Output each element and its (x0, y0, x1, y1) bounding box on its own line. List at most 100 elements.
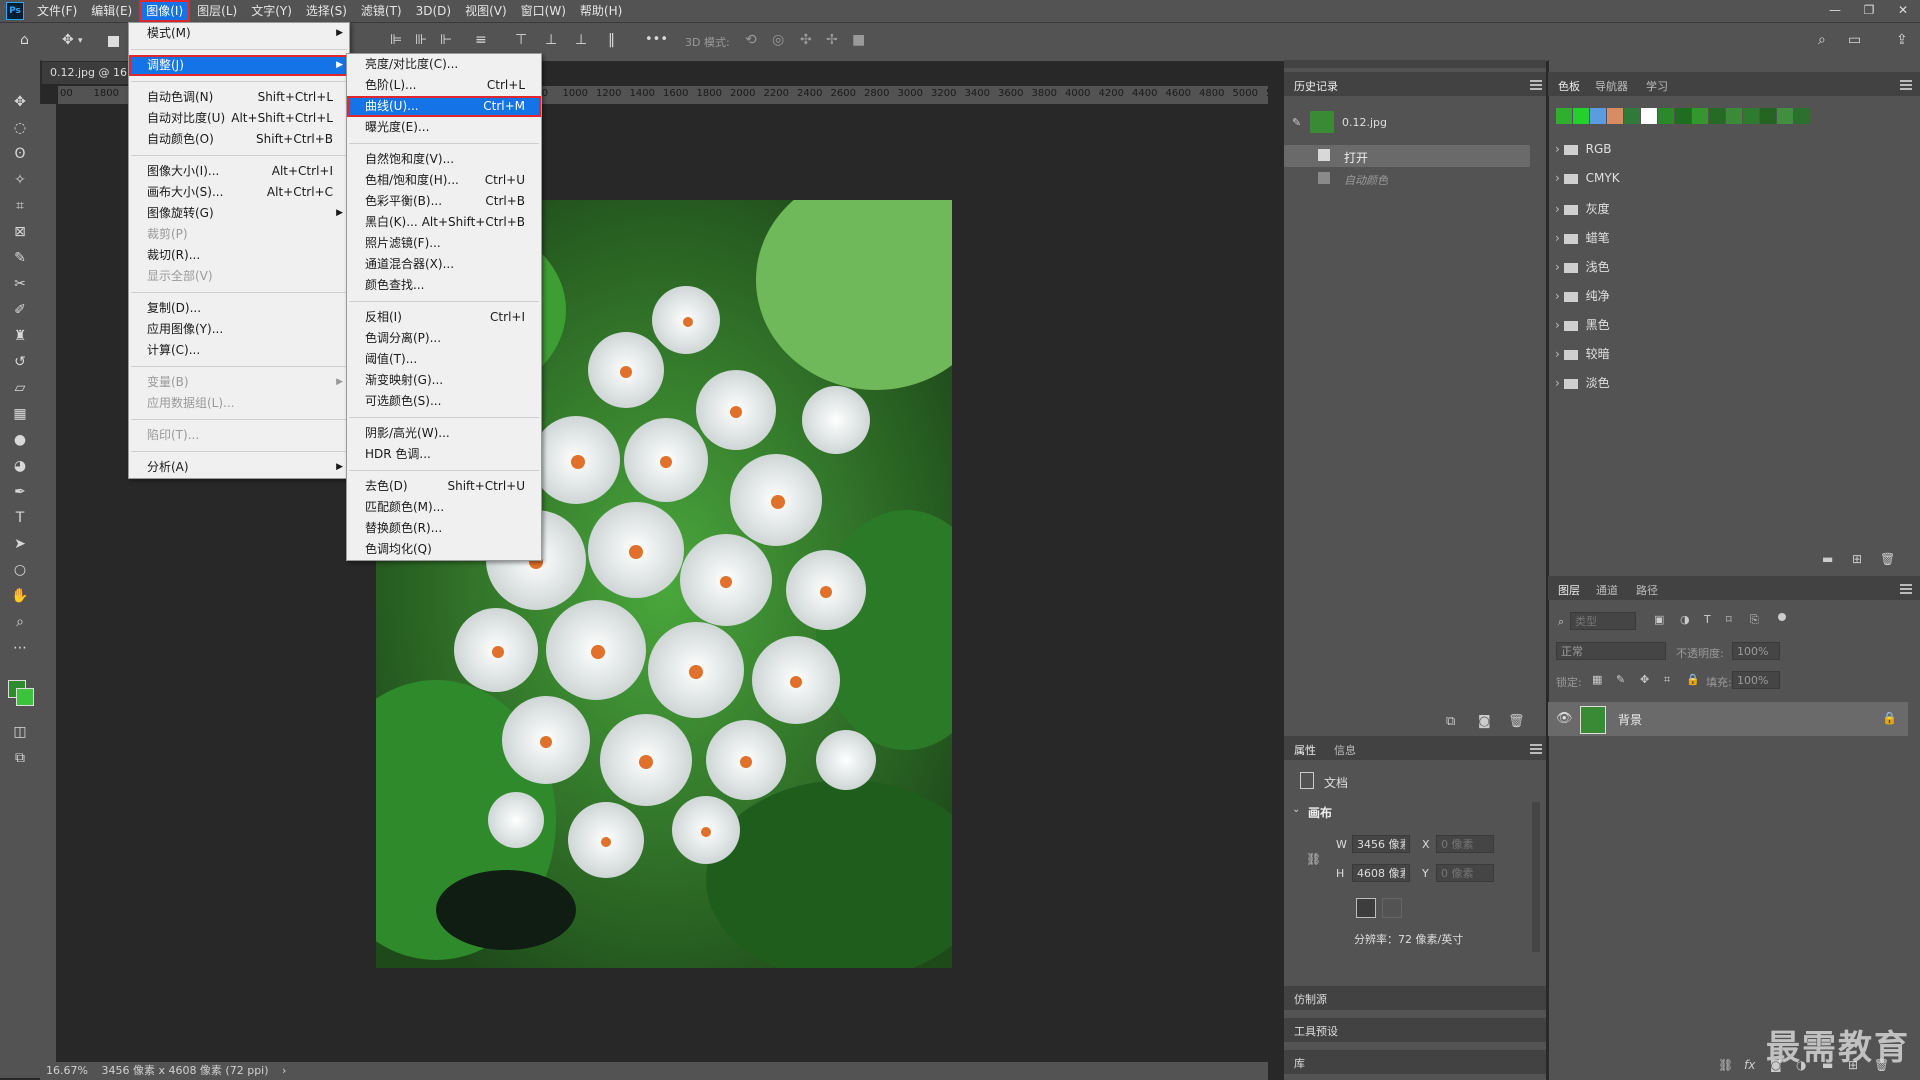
filter-toggle-icon[interactable] (1778, 613, 1786, 621)
lock-artboard-icon[interactable]: ⌗ (1664, 673, 1670, 687)
magic-wand-icon[interactable]: ✧ (8, 168, 32, 192)
tab-properties[interactable]: 属性 (1294, 742, 1316, 758)
menu-3[interactable]: 图层(L) (190, 0, 244, 22)
swatch-group[interactable]: › 浅色 (1555, 258, 1610, 275)
lock-transparent-icon[interactable]: ▦ (1592, 673, 1602, 686)
chevron-right-icon[interactable]: › (1555, 231, 1564, 245)
menu-1[interactable]: 编辑(E) (84, 0, 139, 22)
chevron-right-icon[interactable]: › (1555, 376, 1564, 390)
landscape-orientation-button[interactable] (1382, 898, 1402, 918)
marquee-tool-icon[interactable]: ◌ (8, 116, 32, 140)
tab-swatches[interactable]: 色板 (1558, 78, 1580, 94)
panel-menu-icon[interactable] (1900, 80, 1912, 90)
image-menu-item[interactable]: 裁切(R)... (129, 245, 349, 266)
frame-tool-icon[interactable]: ⊠ (8, 220, 32, 244)
tab-navigator[interactable]: 导航器 (1595, 78, 1628, 94)
color-swatch[interactable] (1573, 108, 1589, 124)
layer-filter-select[interactable] (1570, 612, 1636, 630)
move-tool-icon[interactable]: ✥ (62, 32, 74, 48)
image-menu-item[interactable]: 自动色调(N) Shift+Ctrl+L (129, 87, 349, 108)
document-tab[interactable]: 0.12.jpg @ 16. (42, 62, 132, 84)
new-group-icon[interactable]: ▬ (1822, 552, 1833, 566)
new-swatch-icon[interactable]: ⊞ (1852, 552, 1862, 566)
adjust-menu-item[interactable]: 色相/饱和度(H)... Ctrl+U (347, 170, 541, 191)
filter-smart-object-icon[interactable]: ⎘ (1750, 613, 1759, 627)
color-swatch[interactable] (1658, 108, 1674, 124)
more-options-button[interactable]: ••• (645, 32, 668, 47)
chevron-right-icon[interactable]: › (1555, 318, 1564, 332)
color-swatch[interactable] (1556, 108, 1572, 124)
adjust-menu-item[interactable]: 阈值(T)... (347, 349, 541, 370)
image-menu-item[interactable]: 应用图像(Y)... (129, 319, 349, 340)
adjust-menu-item[interactable]: 阴影/高光(W)... (347, 423, 541, 444)
chevron-down-icon[interactable]: ▾ (78, 36, 83, 46)
adjust-menu-item[interactable]: 去色(D) Shift+Ctrl+U (347, 476, 541, 497)
document-size-info[interactable]: 3456 像素 x 4608 像素 (72 ppi) (101, 1064, 268, 1077)
image-menu-item[interactable]: 自动颜色(O) Shift+Ctrl+B (129, 129, 349, 150)
link-icon[interactable]: ⛓ (1306, 852, 1321, 866)
image-menu-item[interactable]: 分析(A) ▶ (129, 457, 349, 478)
distribute-icon[interactable]: ≡ (475, 32, 487, 48)
search-icon[interactable]: ⌕ (1818, 32, 1826, 48)
libraries-panel[interactable]: 库 (1284, 1050, 1546, 1074)
layer-row-background[interactable]: 👁 背景 🔒 (1548, 702, 1908, 736)
crop-tool-icon[interactable]: ⌗ (8, 194, 32, 218)
adjust-menu-item[interactable]: 色调分离(P)... (347, 328, 541, 349)
filter-type-icon[interactable]: T (1704, 613, 1711, 626)
filter-shape-icon[interactable]: ⌑ (1726, 613, 1732, 626)
width-field[interactable] (1352, 835, 1410, 853)
height-field[interactable] (1352, 864, 1410, 882)
eraser-tool-icon[interactable]: ▱ (8, 376, 32, 400)
restore-button[interactable]: ❐ (1852, 0, 1886, 22)
color-swatch[interactable] (1624, 108, 1640, 124)
lasso-tool-icon[interactable]: ʘ (8, 142, 32, 166)
tab-layers[interactable]: 图层 (1558, 582, 1580, 598)
color-swatch[interactable] (1726, 108, 1742, 124)
portrait-orientation-button[interactable] (1356, 898, 1376, 918)
color-swatch[interactable] (1743, 108, 1759, 124)
swatch-group[interactable]: › RGB (1555, 142, 1612, 156)
lock-image-icon[interactable]: ✎ (1616, 673, 1625, 686)
history-state-auto-color[interactable]: 自动颜色 (1284, 168, 1530, 190)
chevron-down-icon[interactable]: ⌄ (1292, 804, 1300, 815)
menu-7[interactable]: 3D(D) (409, 0, 458, 22)
zoom-level[interactable]: 16.67% (46, 1064, 88, 1077)
adjust-menu-item[interactable]: 色阶(L)... Ctrl+L (347, 75, 541, 96)
adjust-menu-item[interactable]: 通道混合器(X)... (347, 254, 541, 275)
chevron-right-icon[interactable]: › (1555, 347, 1564, 361)
dodge-tool-icon[interactable]: ◕ (8, 454, 32, 478)
tab-info[interactable]: 信息 (1334, 742, 1356, 758)
image-menu-item[interactable]: 画布大小(S)... Alt+Ctrl+C (129, 182, 349, 203)
distribute-vertical-icon[interactable]: ‖ (608, 32, 615, 48)
panel-menu-icon[interactable] (1530, 744, 1542, 754)
filter-pixel-icon[interactable]: ▣ (1654, 613, 1664, 626)
align-bottom-icon[interactable]: ⊥ (575, 32, 587, 48)
adjust-menu-item[interactable]: 反相(I) Ctrl+I (347, 307, 541, 328)
zoom-tool-icon[interactable]: ⌕ (8, 610, 32, 634)
image-menu-item[interactable]: 复制(D)... (129, 298, 349, 319)
tab-channels[interactable]: 通道 (1596, 582, 1618, 598)
align-left-icon[interactable]: ⊫ (390, 32, 402, 48)
color-swatch[interactable] (1590, 108, 1606, 124)
more-tools-icon[interactable]: ⋯ (8, 636, 32, 660)
chevron-right-icon[interactable]: › (1555, 171, 1564, 185)
chevron-right-icon[interactable]: › (1555, 142, 1564, 156)
menu-4[interactable]: 文字(Y) (244, 0, 299, 22)
chevron-right-icon[interactable]: › (282, 1064, 286, 1077)
opacity-field[interactable] (1732, 642, 1780, 660)
tool-presets-panel[interactable]: 工具预设 (1284, 1018, 1546, 1042)
adjust-menu-item[interactable]: 亮度/对比度(C)... (347, 54, 541, 75)
color-swatch[interactable] (1641, 108, 1657, 124)
move-tool-icon[interactable]: ✥ (8, 90, 32, 114)
chevron-right-icon[interactable]: › (1555, 202, 1564, 216)
image-menu-item[interactable]: 调整(J) ▶ (129, 55, 349, 76)
menu-0[interactable]: 文件(F) (30, 0, 84, 22)
auto-select-checkbox[interactable] (108, 36, 119, 47)
trash-icon[interactable]: 🗑 (1880, 552, 1895, 566)
swatch-group[interactable]: › 灰度 (1555, 200, 1610, 217)
image-menu-item[interactable]: 图像大小(I)... Alt+Ctrl+I (129, 161, 349, 182)
trash-icon[interactable]: 🗑 (1508, 714, 1525, 729)
swatch-group[interactable]: › 较暗 (1555, 345, 1610, 362)
gradient-tool-icon[interactable]: ▦ (8, 402, 32, 426)
share-icon[interactable]: ⇪ (1896, 32, 1908, 48)
